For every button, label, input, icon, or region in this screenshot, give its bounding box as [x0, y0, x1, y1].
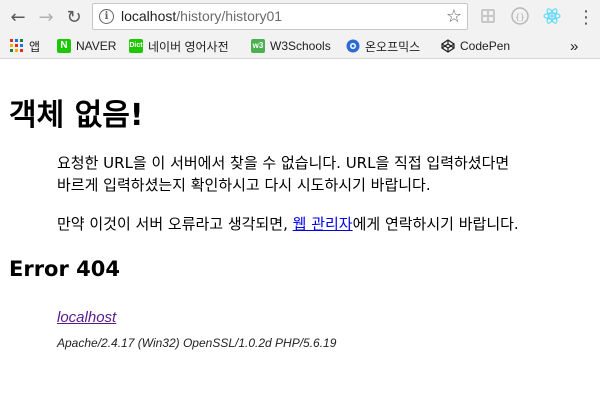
error-page: 객체 없음! 요청한 URL을 이 서버에서 찾을 수 없습니다. URL을 직… [0, 59, 600, 400]
bookmark-onoffmix[interactable]: 온오프믹스 [346, 38, 420, 54]
bookmark-w3schools[interactable]: w3 W3Schools [251, 38, 331, 54]
browser-toolbar: ← → ↻ i localhost/history/history01 ☆ {}… [0, 0, 600, 33]
naver-dict-icon: Dict [129, 39, 143, 53]
naver-icon: N [57, 39, 71, 53]
codepen-icon [441, 39, 455, 53]
w3schools-icon: w3 [251, 39, 265, 53]
url-text[interactable]: localhost/history/history01 [121, 8, 282, 24]
error-message-line-1: 요청한 URL을 이 서버에서 찾을 수 없습니다. URL을 직접 입력하셨다… [57, 154, 510, 172]
address-bar[interactable]: i localhost/history/history01 ☆ [92, 3, 468, 30]
code-extension-icon[interactable]: {} [511, 7, 529, 25]
onoffmix-icon [346, 39, 360, 53]
info-icon[interactable]: i [99, 9, 114, 24]
contact-message: 만약 이것이 서버 오류라고 생각되면, 웹 관리자에게 연락하시기 바랍니다. [57, 213, 519, 235]
back-button[interactable]: ← [6, 5, 30, 29]
bookmark-label: 앱 [29, 39, 41, 54]
bookmarks-overflow-button[interactable]: » [570, 38, 578, 55]
apps-grid-icon [10, 39, 24, 53]
reload-button[interactable]: ↻ [62, 5, 86, 29]
bookmark-apps[interactable]: 앱 [10, 38, 40, 54]
bookmarks-bar: 앱 N NAVER Dict 네이버 영어사전 w3 W3Schools 온오프… [0, 33, 600, 59]
server-home-link[interactable]: localhost [57, 309, 116, 326]
bookmark-naver[interactable]: N NAVER [57, 38, 116, 54]
bookmark-codepen[interactable]: CodePen [441, 38, 510, 54]
bookmark-label: W3Schools [270, 39, 331, 53]
error-message-line-2: 바르게 입력하셨는지 확인하시고 다시 시도하시기 바랍니다. [57, 176, 431, 194]
bookmark-naver-dict[interactable]: Dict 네이버 영어사전 [129, 38, 229, 54]
contact-prefix: 만약 이것이 서버 오류라고 생각되면, [57, 215, 293, 233]
forward-button[interactable]: → [34, 5, 58, 29]
bookmark-label: 네이버 영어사전 [148, 39, 229, 54]
url-path: /history/history01 [176, 8, 283, 24]
webmaster-link[interactable]: 웹 관리자 [293, 215, 353, 233]
url-host: localhost [121, 8, 177, 24]
grid-extension-icon[interactable] [479, 7, 497, 25]
bookmark-label: CodePen [460, 39, 511, 53]
react-devtools-icon[interactable] [543, 7, 561, 25]
svg-text:{}: {} [515, 13, 525, 22]
browser-menu-button[interactable]: ⋮ [574, 5, 598, 29]
server-signature: Apache/2.4.17 (Win32) OpenSSL/1.0.2d PHP… [57, 336, 337, 350]
page-title: 객체 없음! [9, 98, 144, 133]
bookmark-label: 온오프믹스 [365, 39, 421, 54]
bookmark-star-icon[interactable]: ☆ [446, 6, 462, 27]
bookmark-label: NAVER [76, 39, 117, 53]
contact-suffix: 에게 연락하시기 바랍니다. [352, 215, 519, 233]
error-code-heading: Error 404 [9, 257, 120, 281]
